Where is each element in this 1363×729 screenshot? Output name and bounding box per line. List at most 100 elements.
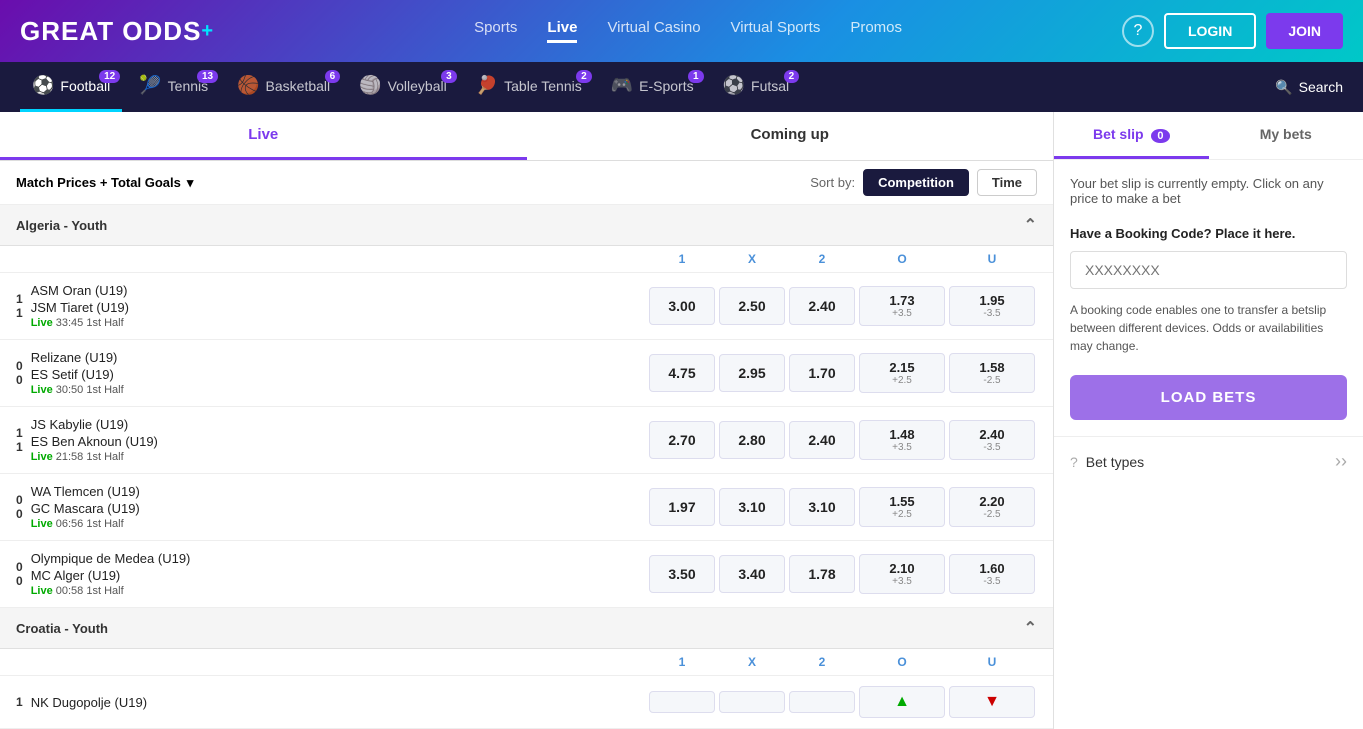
esports-count: 1 [688,70,704,83]
sport-basketball[interactable]: 🏀 Basketball 6 [225,62,342,112]
nav-virtual-sports[interactable]: Virtual Sports [731,19,821,43]
question-icon: ? [1070,454,1078,470]
nav-live[interactable]: Live [547,19,577,43]
tab-live[interactable]: Live [0,112,527,160]
nav-promos[interactable]: Promos [850,19,902,43]
sports-nav-items: ⚽ Football 12 🎾 Tennis 13 🏀 Basketball 6… [20,62,1275,112]
odds-home-4[interactable]: 3.50 [649,555,715,593]
sort-time-button[interactable]: Time [977,169,1037,196]
odds-away-5[interactable] [789,691,855,713]
filter-dropdown[interactable]: Match Prices + Total Goals ▾ [16,175,193,191]
basketball-count: 6 [325,70,341,83]
sort-controls: Sort by: Competition Time [810,169,1037,196]
table-row: 0 0 Relizane (U19) ES Setif (U19) Live 3… [0,340,1053,407]
odds-draw-1[interactable]: 2.95 [719,354,785,392]
odds-under-0[interactable]: 1.95 -3.5 [949,286,1035,326]
teams: JS Kabylie (U19) ES Ben Aknoun (U19) Liv… [31,417,158,463]
logo: GREAT ODDS+ [20,16,214,47]
score: 1 1 [16,426,23,454]
score: 0 0 [16,560,23,588]
odds-home-1[interactable]: 4.75 [649,354,715,392]
odds-home-5[interactable] [649,691,715,713]
odds-under-3[interactable]: 2.20 -2.5 [949,487,1035,527]
score: 0 0 [16,493,23,521]
matches-container: Algeria - Youth ⌃ 1 X 2 O U 1 1 [0,205,1053,729]
booking-label: Have a Booking Code? Place it here. [1070,226,1347,241]
odds-away-2[interactable]: 2.40 [789,421,855,459]
odds-under-5[interactable]: ▼ [949,686,1035,718]
booking-code-input[interactable] [1070,251,1347,289]
bet-slip-body: Your bet slip is currently empty. Click … [1054,160,1363,436]
filter-bar: Match Prices + Total Goals ▾ Sort by: Co… [0,161,1053,205]
odds-under-2[interactable]: 2.40 -3.5 [949,420,1035,460]
sort-competition-button[interactable]: Competition [863,169,969,196]
table-row: 0 0 Olympique de Medea (U19) MC Alger (U… [0,541,1053,608]
tab-coming-up[interactable]: Coming up [527,112,1054,160]
match-info: 0 0 Relizane (U19) ES Setif (U19) Live 3… [16,350,647,396]
center-content: Live Coming up Match Prices + Total Goal… [0,112,1053,729]
sport-futsal[interactable]: ⚽ Futsal 2 [711,62,802,112]
odds-draw-2[interactable]: 2.80 [719,421,785,459]
odds-over-3[interactable]: 1.55 +2.5 [859,487,945,527]
col-2: 2 [787,252,857,266]
odds-draw-4[interactable]: 3.40 [719,555,785,593]
sport-tabletennis[interactable]: 🏓 Table Tennis 2 [464,62,594,112]
col-u-c: U [947,655,1037,669]
help-button[interactable]: ? [1122,15,1154,47]
teams: Olympique de Medea (U19) MC Alger (U19) … [31,551,191,597]
odds-over-2[interactable]: 1.48 +3.5 [859,420,945,460]
tab-bar: Live Coming up [0,112,1053,161]
col-o: O [857,252,947,266]
odds-home-3[interactable]: 1.97 [649,488,715,526]
table-row: 1 1 JS Kabylie (U19) ES Ben Aknoun (U19)… [0,407,1053,474]
col-1-c: 1 [647,655,717,669]
odds-over-5[interactable]: ▲ [859,686,945,718]
login-button[interactable]: LOGIN [1164,13,1256,49]
odds-over-0[interactable]: 1.73 +3.5 [859,286,945,326]
odds-home-2[interactable]: 2.70 [649,421,715,459]
tennis-icon: 🎾 [139,75,161,96]
search-button[interactable]: 🔍 Search [1275,79,1343,96]
odds-draw-3[interactable]: 3.10 [719,488,785,526]
futsal-icon: ⚽ [723,75,745,96]
odds-over-4[interactable]: 2.10 +3.5 [859,554,945,594]
tabletennis-icon: 🏓 [476,75,498,96]
sport-football[interactable]: ⚽ Football 12 [20,62,122,112]
col-2-c: 2 [787,655,857,669]
main-layout: Live Coming up Match Prices + Total Goal… [0,112,1363,729]
teams: WA Tlemcen (U19) GC Mascara (U19) Live 0… [31,484,140,530]
bet-types-label: Bet types [1086,454,1335,470]
sport-tennis[interactable]: 🎾 Tennis 13 [127,62,220,112]
odds-away-0[interactable]: 2.40 [789,287,855,325]
nav-sports[interactable]: Sports [474,19,517,43]
nav-virtual-casino[interactable]: Virtual Casino [607,19,700,43]
odds-draw-5[interactable] [719,691,785,713]
match-info: 1 1 JS Kabylie (U19) ES Ben Aknoun (U19)… [16,417,647,463]
tab-my-bets[interactable]: My bets [1209,112,1363,159]
bet-types-row[interactable]: ? Bet types ›› [1054,436,1363,486]
collapse-button-croatia[interactable]: ⌃ [1024,618,1037,638]
teams: NK Dugopolje (U19) [31,695,147,710]
collapse-button-algeria[interactable]: ⌃ [1024,215,1037,235]
tab-bet-slip[interactable]: Bet slip 0 [1054,112,1209,159]
odds-over-1[interactable]: 2.15 +2.5 [859,353,945,393]
teams: Relizane (U19) ES Setif (U19) Live 30:50… [31,350,124,396]
booking-description: A booking code enables one to transfer a… [1070,301,1347,355]
booking-section: Have a Booking Code? Place it here. A bo… [1070,226,1347,420]
col-x-c: X [717,655,787,669]
odds-away-1[interactable]: 1.70 [789,354,855,392]
odds-home-0[interactable]: 3.00 [649,287,715,325]
odds-draw-0[interactable]: 2.50 [719,287,785,325]
join-button[interactable]: JOIN [1266,13,1343,49]
top-header: GREAT ODDS+ Sports Live Virtual Casino V… [0,0,1363,62]
odds-away-4[interactable]: 1.78 [789,555,855,593]
sport-esports[interactable]: 🎮 E-Sports 1 [599,62,706,112]
odds-under-1[interactable]: 1.58 -2.5 [949,353,1035,393]
teams: ASM Oran (U19) JSM Tiaret (U19) Live 33:… [31,283,129,329]
volleyball-icon: 🏐 [359,75,381,96]
odds-away-3[interactable]: 3.10 [789,488,855,526]
odds-under-4[interactable]: 1.60 -3.5 [949,554,1035,594]
col-headers-algeria: 1 X 2 O U [0,246,1053,273]
sport-volleyball[interactable]: 🏐 Volleyball 3 [347,62,459,112]
load-bets-button[interactable]: LOAD BETS [1070,375,1347,420]
